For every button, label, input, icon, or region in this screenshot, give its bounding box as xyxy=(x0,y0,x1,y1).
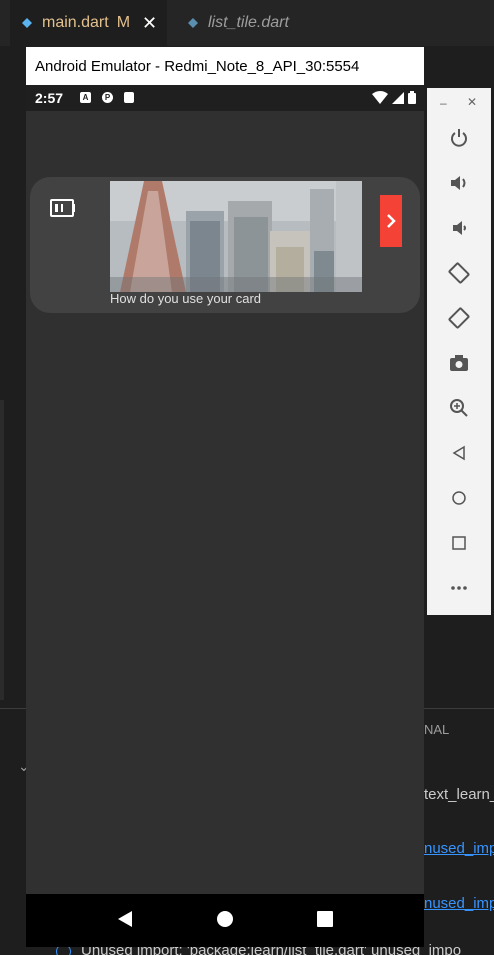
editor-scrollbar[interactable] xyxy=(0,400,4,700)
problem-link[interactable]: nused_imp xyxy=(424,895,494,912)
wifi-icon xyxy=(372,91,388,104)
power-glyph xyxy=(451,129,467,147)
status-right xyxy=(372,91,416,104)
problem-line: text_learn_ xyxy=(424,786,494,803)
close-icon[interactable]: ✕ xyxy=(467,95,477,109)
leading-icon xyxy=(50,199,75,217)
volume-down-glyph xyxy=(453,221,466,235)
nav-overview-icon[interactable] xyxy=(316,910,334,928)
editor-tabbar: main.dart M ✕ list_tile.dart xyxy=(0,0,494,46)
nav-home-icon[interactable] xyxy=(216,910,234,928)
signal-icon xyxy=(392,91,404,104)
tab-list-tile-dart[interactable]: list_tile.dart xyxy=(176,0,326,46)
emulator-title-bar[interactable]: Android Emulator - Redmi_Note_8_API_30:5… xyxy=(26,47,424,85)
camera-icon[interactable] xyxy=(447,351,471,375)
minimize-icon[interactable]: – xyxy=(440,96,447,110)
emulator-title: Android Emulator - Redmi_Note_8_API_30:5… xyxy=(35,57,360,75)
rotate-right-glyph xyxy=(448,307,470,329)
app-a-icon: A xyxy=(80,92,91,103)
battery-icon xyxy=(408,91,416,104)
camera-glyph xyxy=(450,355,468,371)
status-time: 2:57 xyxy=(35,90,64,106)
tab-main-dart[interactable]: main.dart M ✕ xyxy=(10,0,167,46)
overview-icon[interactable] xyxy=(447,531,471,555)
overview-glyph xyxy=(452,536,466,550)
zoom-glyph xyxy=(450,399,468,417)
zoom-icon[interactable] xyxy=(447,396,471,420)
phone-screen: 2:57 A P How do you use your card xyxy=(26,85,424,947)
sd-card-icon xyxy=(124,92,134,103)
problem-link[interactable]: nused_imp xyxy=(424,840,494,857)
home-icon[interactable] xyxy=(447,486,471,510)
more-icon[interactable] xyxy=(447,576,471,600)
close-icon[interactable]: ✕ xyxy=(142,13,157,34)
volume-up-glyph xyxy=(451,176,466,190)
dart-icon xyxy=(188,18,198,28)
list-tile-card[interactable]: How do you use your card xyxy=(30,177,420,313)
modified-badge: M xyxy=(116,14,131,31)
rotate-left-icon[interactable] xyxy=(447,261,471,285)
back-icon[interactable] xyxy=(447,441,471,465)
rotate-left-glyph xyxy=(448,262,470,284)
emulator-sidebar: – ✕ xyxy=(427,88,491,615)
city-image xyxy=(110,181,362,292)
chevron-right-icon[interactable] xyxy=(380,195,402,247)
home-glyph xyxy=(452,491,466,505)
sidebar-window-controls: – ✕ xyxy=(427,92,491,112)
status-bar: 2:57 A P xyxy=(26,85,424,111)
panel-tab-terminal[interactable]: NAL xyxy=(424,722,449,737)
dart-icon xyxy=(22,18,32,28)
tab-label: main.dart xyxy=(42,14,109,31)
volume-down-icon[interactable] xyxy=(447,216,471,240)
volume-up-icon[interactable] xyxy=(447,171,471,195)
more-glyph xyxy=(451,586,467,590)
card-subtitle: How do you use your card xyxy=(110,291,262,306)
android-nav-bar xyxy=(26,894,424,947)
rotate-right-icon[interactable] xyxy=(447,306,471,330)
tab-label: list_tile.dart xyxy=(208,14,289,31)
city-illustration xyxy=(110,181,362,292)
power-icon[interactable] xyxy=(447,126,471,150)
nav-back-icon[interactable] xyxy=(116,910,134,928)
back-glyph xyxy=(452,445,465,461)
chevron-right-glyph xyxy=(387,214,396,228)
app-p-icon: P xyxy=(102,92,113,103)
